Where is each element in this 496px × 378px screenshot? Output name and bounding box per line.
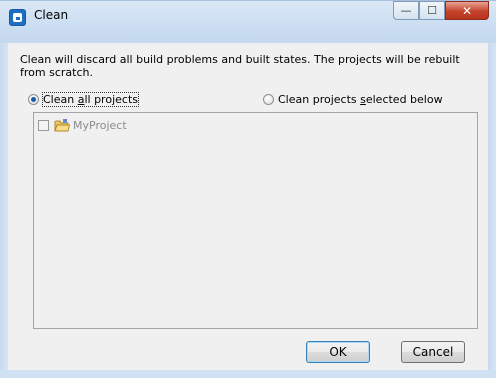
frame-left	[0, 43, 8, 371]
minimize-button[interactable]: —	[393, 1, 419, 20]
title-bar[interactable]: Clean — ☐ ✕	[0, 0, 496, 43]
close-icon: ✕	[461, 3, 473, 18]
clean-all-label: Clean all projects	[42, 91, 139, 107]
list-item[interactable]: MyProject	[38, 117, 127, 133]
frame-right	[488, 43, 496, 371]
minimize-icon: —	[400, 4, 412, 17]
project-name: MyProject	[73, 118, 127, 132]
maximize-button[interactable]: ☐	[419, 1, 445, 20]
maximize-icon: ☐	[427, 4, 437, 17]
clean-all-radio[interactable]	[28, 93, 39, 105]
clean-dialog: Clean — ☐ ✕ Clean will discard all build…	[0, 0, 496, 378]
clean-selected-label: Clean projects selected below	[278, 92, 443, 106]
app-icon	[9, 9, 26, 26]
ok-button[interactable]: OK	[306, 341, 370, 363]
window-title: Clean	[34, 8, 69, 22]
project-checkbox[interactable]	[38, 119, 49, 131]
close-button[interactable]: ✕	[445, 1, 489, 20]
caption-buttons: — ☐ ✕	[393, 1, 489, 21]
dialog-content: Clean will discard all build problems an…	[8, 43, 488, 370]
description-text: Clean will discard all build problems an…	[20, 53, 460, 79]
project-folder-icon	[54, 118, 71, 132]
frame-bottom	[0, 370, 496, 378]
clean-all-option[interactable]: Clean all projects	[28, 91, 139, 107]
clean-selected-option[interactable]: Clean projects selected below	[263, 91, 443, 107]
clean-selected-radio[interactable]	[263, 93, 274, 105]
cancel-button[interactable]: Cancel	[401, 341, 465, 363]
project-list[interactable]: MyProject	[33, 112, 478, 329]
